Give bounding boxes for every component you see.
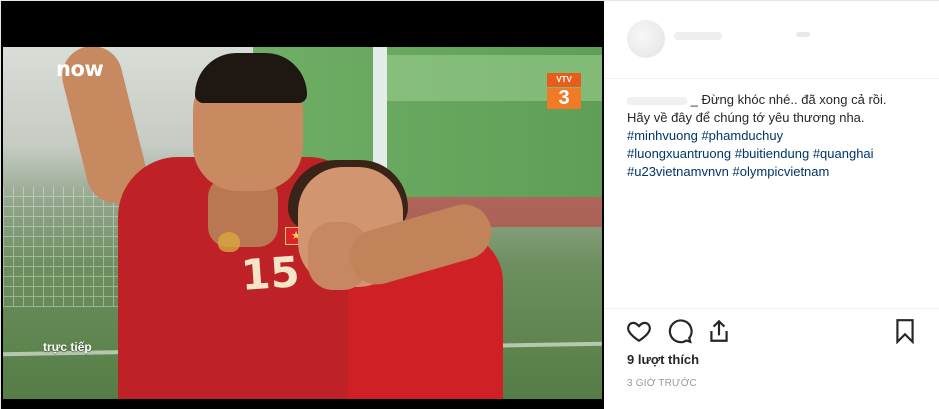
now-logo: now	[56, 57, 104, 81]
hashtag-link[interactable]: #buitiendung	[735, 146, 809, 161]
caption-username-blurred[interactable]	[627, 96, 687, 105]
post-actions: 9 lượt thích 3 GIỜ TRƯỚC	[604, 308, 939, 409]
comment-icon[interactable]	[667, 318, 693, 344]
hashtag-link[interactable]: #phamduchuy	[701, 128, 783, 143]
team-crest	[218, 232, 240, 252]
hashtag-line-1: #minhvuong #phamduchuy	[627, 127, 927, 145]
post-sidebar: _ Đừng khóc nhé.. đã xong cả rồi. Hãy về…	[604, 1, 939, 409]
hashtag-line-3: #u23vietnamvnvn #olympicvietnam	[627, 163, 927, 181]
share-icon[interactable]	[706, 318, 732, 344]
hashtag-link[interactable]: #olympicvietnam	[733, 164, 830, 179]
caption-line-1: _ Đừng khóc nhé.. đã xong cả rồi.	[627, 91, 927, 109]
post-timestamp[interactable]: 3 GIỜ TRƯỚC	[627, 378, 697, 389]
post-header	[604, 1, 939, 79]
caption-text-1: _ Đừng khóc nhé.. đã xong cả rồi.	[690, 92, 887, 107]
caption-text-2: Hãy về đây để chúng tớ yêu thương nha.	[627, 110, 865, 125]
header-blur-mark	[796, 32, 810, 37]
username-blurred[interactable]	[674, 32, 722, 40]
post-caption: _ Đừng khóc nhé.. đã xong cả rồi. Hãy về…	[627, 91, 927, 181]
hashtag-link[interactable]: #luongxuantruong	[627, 146, 731, 161]
player-hair	[195, 53, 307, 103]
instagram-post: ★ 15 now VTV 3 trực tiếp _ Đừng khóc nhé…	[0, 0, 939, 409]
hashtag-link[interactable]: #quanghai	[813, 146, 874, 161]
bookmark-icon[interactable]	[892, 318, 918, 345]
hashtag-link[interactable]: #u23vietnamvnvn	[627, 164, 729, 179]
video-frame[interactable]: ★ 15	[3, 47, 602, 399]
channel-logo-top: VTV	[547, 73, 581, 87]
channel-logo: VTV 3	[547, 73, 581, 109]
post-media[interactable]: ★ 15 now VTV 3 trực tiếp	[1, 1, 604, 409]
jersey-number: 15	[239, 247, 302, 300]
hashtag-link[interactable]: #minhvuong	[627, 128, 698, 143]
heart-icon[interactable]	[626, 318, 652, 344]
avatar[interactable]	[627, 20, 665, 58]
live-label: trực tiếp	[43, 340, 92, 354]
channel-logo-number: 3	[547, 88, 581, 109]
like-count[interactable]: 9 lượt thích	[627, 352, 699, 367]
hashtag-line-2: #luongxuantruong #buitiendung #quanghai	[627, 145, 927, 163]
